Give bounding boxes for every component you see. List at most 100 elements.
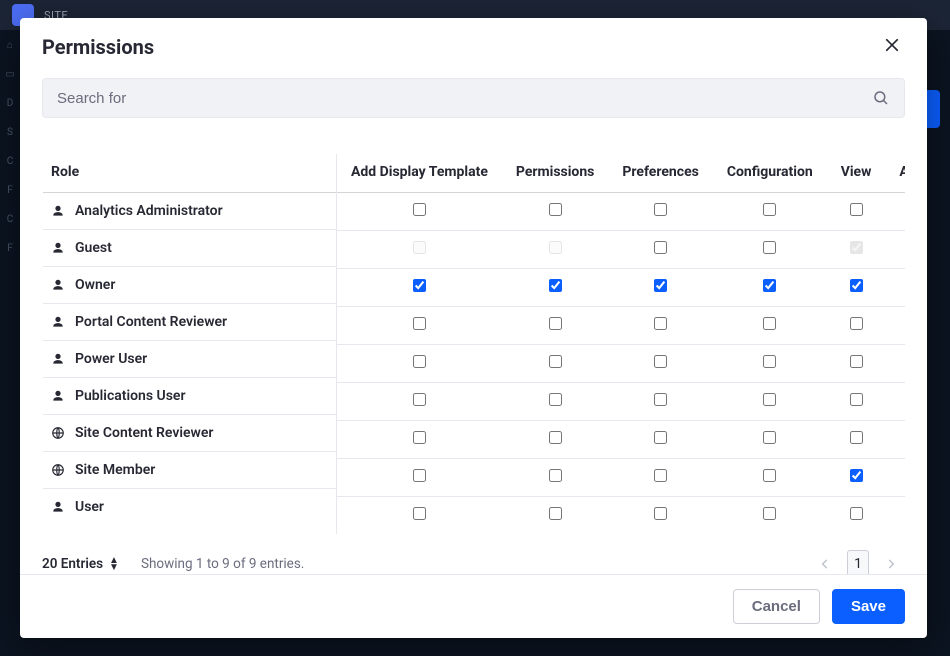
pagination-info: Showing 1 to 9 of 9 entries.	[141, 556, 304, 572]
close-button[interactable]	[879, 32, 905, 62]
permission-checkbox[interactable]	[549, 355, 562, 368]
user-icon	[51, 204, 65, 218]
permission-checkbox[interactable]	[654, 355, 667, 368]
permission-checkbox	[413, 241, 426, 254]
table-row	[337, 459, 905, 497]
column-header-permission: Add to Page	[885, 154, 905, 193]
search-bar	[42, 78, 905, 118]
app-sidebar: ⌂▭DSCFCF	[0, 30, 20, 656]
column-header-permission: Configuration	[713, 154, 827, 193]
permission-checkbox[interactable]	[413, 393, 426, 406]
search-input[interactable]	[57, 90, 872, 107]
table-row: Site Content Reviewer	[43, 415, 336, 452]
save-button[interactable]: Save	[832, 589, 905, 624]
permission-checkbox[interactable]	[654, 469, 667, 482]
permission-checkbox[interactable]	[413, 279, 426, 292]
permission-checkbox[interactable]	[413, 469, 426, 482]
permission-checkbox[interactable]	[413, 507, 426, 520]
table-row	[337, 421, 905, 459]
table-row	[337, 383, 905, 421]
permission-checkbox[interactable]	[763, 507, 776, 520]
permission-checkbox[interactable]	[763, 355, 776, 368]
role-name: Guest	[75, 240, 112, 256]
role-cell: User	[51, 499, 328, 515]
permission-checkbox[interactable]	[413, 203, 426, 216]
permission-checkbox[interactable]	[850, 279, 863, 292]
pagination-bar: 20 Entries ▲▼ Showing 1 to 9 of 9 entrie…	[42, 534, 917, 574]
permission-checkbox[interactable]	[549, 507, 562, 520]
modal-title: Permissions	[42, 35, 154, 59]
permission-checkbox[interactable]	[549, 279, 562, 292]
permission-checkbox[interactable]	[763, 317, 776, 330]
permission-checkbox[interactable]	[763, 431, 776, 444]
permission-checkbox[interactable]	[850, 393, 863, 406]
user-icon	[51, 389, 65, 403]
modal-header: Permissions	[20, 18, 927, 72]
permission-checkbox[interactable]	[549, 317, 562, 330]
role-cell: Owner	[51, 277, 328, 293]
table-row: Power User	[43, 341, 336, 378]
user-icon	[51, 241, 65, 255]
permission-checkbox[interactable]	[654, 431, 667, 444]
role-cell: Power User	[51, 351, 328, 367]
entries-selector[interactable]: 20 Entries ▲▼	[42, 556, 119, 572]
permission-checkbox[interactable]	[763, 469, 776, 482]
permission-checkbox[interactable]	[654, 507, 667, 520]
permission-checkbox[interactable]	[654, 393, 667, 406]
role-cell: Site Member	[51, 462, 328, 478]
permission-checkbox[interactable]	[549, 393, 562, 406]
table-row: Guest	[43, 230, 336, 267]
table-row: Portal Content Reviewer	[43, 304, 336, 341]
globe-icon	[51, 426, 65, 440]
permissions-scroll-area[interactable]: Add Display TemplatePermissionsPreferenc…	[337, 154, 905, 534]
permission-checkbox[interactable]	[763, 241, 776, 254]
chevron-right-icon	[884, 557, 898, 571]
permission-checkbox[interactable]	[549, 469, 562, 482]
table-row: Analytics Administrator	[43, 193, 336, 230]
permission-checkbox[interactable]	[654, 241, 667, 254]
role-name: User	[75, 499, 104, 515]
permission-checkbox[interactable]	[850, 317, 863, 330]
permission-checkbox[interactable]	[850, 355, 863, 368]
cancel-button[interactable]: Cancel	[733, 589, 820, 624]
permission-checkbox[interactable]	[850, 431, 863, 444]
permission-checkbox[interactable]	[763, 393, 776, 406]
search-icon	[872, 89, 890, 107]
column-header-role: Role	[43, 154, 336, 193]
role-name: Power User	[75, 351, 147, 367]
permission-checkbox[interactable]	[413, 317, 426, 330]
permission-checkbox[interactable]	[549, 431, 562, 444]
user-icon	[51, 315, 65, 329]
role-cell: Analytics Administrator	[51, 203, 328, 219]
page-prev-button[interactable]	[811, 550, 839, 574]
page-number-current[interactable]: 1	[847, 550, 869, 574]
role-name: Site Member	[75, 462, 155, 478]
user-icon	[51, 278, 65, 292]
role-cell: Guest	[51, 240, 328, 256]
permission-checkbox[interactable]	[413, 431, 426, 444]
role-name: Publications User	[75, 388, 186, 404]
table-row	[337, 193, 905, 231]
permission-checkbox[interactable]	[850, 203, 863, 216]
permission-checkbox	[549, 241, 562, 254]
role-cell: Publications User	[51, 388, 328, 404]
permission-checkbox[interactable]	[763, 203, 776, 216]
permission-checkbox[interactable]	[654, 317, 667, 330]
globe-icon	[51, 463, 65, 477]
role-name: Owner	[75, 277, 115, 293]
role-name: Portal Content Reviewer	[75, 314, 227, 330]
chevron-left-icon	[818, 557, 832, 571]
role-name: Site Content Reviewer	[75, 425, 213, 441]
permissions-table: Role Analytics Administrator Guest Owner Po…	[42, 154, 917, 534]
permission-checkbox[interactable]	[850, 469, 863, 482]
sort-icon: ▲▼	[109, 557, 119, 571]
page-next-button[interactable]	[877, 550, 905, 574]
permission-checkbox[interactable]	[850, 507, 863, 520]
permission-checkbox[interactable]	[654, 279, 667, 292]
column-header-permission: Add Display Template	[337, 154, 502, 193]
permission-checkbox[interactable]	[763, 279, 776, 292]
role-cell: Portal Content Reviewer	[51, 314, 328, 330]
permission-checkbox[interactable]	[413, 355, 426, 368]
permission-checkbox[interactable]	[654, 203, 667, 216]
permission-checkbox[interactable]	[549, 203, 562, 216]
